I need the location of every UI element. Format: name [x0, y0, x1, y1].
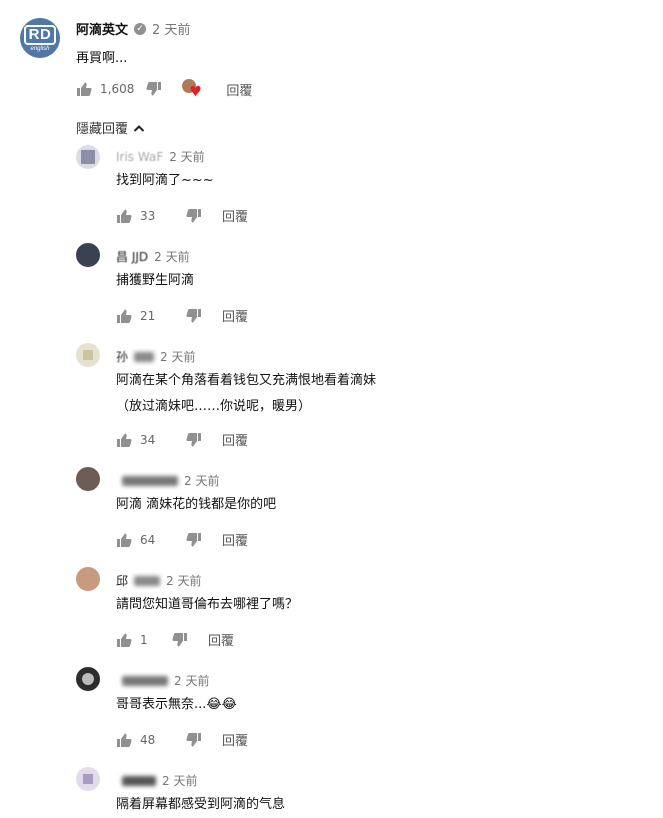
thumb-up-icon[interactable]	[76, 81, 92, 97]
reply-text: 阿滴 滴妹花的钱都是你的吧	[116, 497, 277, 512]
reply-button[interactable]: 回覆	[222, 306, 248, 325]
reply-button[interactable]: 回覆	[222, 530, 248, 549]
main-comment-author[interactable]: 阿滴英文	[76, 19, 128, 38]
reply-button[interactable]: 回覆	[226, 80, 252, 99]
like-count: 1,608	[100, 82, 135, 96]
reply-text-line2: （放过滴妹吧……你说呢，暖男）	[116, 399, 312, 414]
like-count: 64	[140, 532, 156, 547]
reply-time[interactable]: 2 天前	[169, 148, 204, 165]
reply-actions: 1 回覆	[116, 630, 234, 649]
reply-author[interactable]: 邱	[116, 572, 128, 589]
reply-header: 2 天前	[116, 472, 219, 489]
avatar-logo-subtext: english	[30, 45, 50, 52]
main-comment-time[interactable]: 2 天前	[152, 19, 190, 38]
reply-actions: 34 回覆	[116, 430, 248, 449]
reply-text: 捕獲野生阿滴	[116, 273, 195, 288]
reply-author[interactable]: 昌 JJD	[116, 248, 148, 265]
reply-time[interactable]: 2 天前	[174, 672, 209, 689]
reply-actions: 21 回覆	[116, 306, 248, 325]
reply-actions: 33 回覆	[116, 206, 248, 225]
reply-text: 哥哥表示無奈...😂😂	[116, 697, 237, 712]
reply-actions: 64 回覆	[116, 530, 248, 549]
like-count: 34	[140, 432, 156, 447]
thumb-up-icon[interactable]	[116, 732, 132, 748]
reply-avatar[interactable]	[76, 145, 100, 169]
reply-text: 請問您知道哥倫布去哪裡了嗎？	[116, 597, 299, 612]
reply-time[interactable]: 2 天前	[160, 348, 195, 365]
reply-avatar[interactable]	[76, 467, 100, 491]
main-comment-text: 再買啊...	[76, 51, 128, 66]
reply-time[interactable]: 2 天前	[162, 772, 197, 789]
blurred-name	[134, 351, 155, 362]
reply-header: 孙 2 天前	[116, 348, 195, 365]
reply-text: 隔着屏幕都感受到阿滴的气息	[116, 797, 286, 812]
thumb-down-icon[interactable]	[186, 732, 202, 748]
thumb-up-icon[interactable]	[116, 308, 132, 324]
reply-button[interactable]: 回覆	[222, 430, 248, 449]
reply-header: 2 天前	[116, 672, 209, 689]
reply-header: 邱 2 天前	[116, 572, 201, 589]
avatar-logo-text: RD	[23, 24, 57, 45]
blurred-name	[122, 675, 168, 686]
creator-heart-icon: ♥	[180, 79, 202, 99]
main-comment-actions: 1,608 ♥ 回覆	[76, 79, 252, 99]
thumb-down-icon[interactable]	[186, 208, 202, 224]
reply-time[interactable]: 2 天前	[184, 472, 219, 489]
like-count: 1	[140, 632, 148, 647]
reply-button[interactable]: 回覆	[222, 206, 248, 225]
reply-header: 2 天前	[116, 772, 197, 789]
chevron-up-icon	[133, 124, 145, 132]
blurred-name	[122, 475, 178, 486]
like-count: 21	[140, 308, 156, 323]
main-comment-header: 阿滴英文 ✓ 2 天前	[76, 19, 190, 38]
thumb-down-icon[interactable]	[186, 532, 202, 548]
reply-header: 昌 JJD 2 天前	[116, 248, 190, 265]
blurred-name	[134, 575, 161, 586]
reply-avatar[interactable]	[76, 343, 100, 367]
hide-replies-label: 隱藏回覆	[76, 122, 129, 137]
reply-actions: 48 回覆	[116, 730, 248, 749]
reply-text: 阿滴在某个角落看着钱包又充满恨地看着滴妹	[116, 373, 377, 388]
thumb-down-icon[interactable]	[172, 632, 188, 648]
channel-avatar[interactable]: RD english	[20, 18, 60, 58]
reply-time[interactable]: 2 天前	[154, 248, 189, 265]
hide-replies-toggle[interactable]: 隱藏回覆	[76, 118, 145, 137]
reply-header: Iris WaF 2 天前	[116, 148, 205, 165]
blurred-name	[122, 775, 156, 786]
reply-time[interactable]: 2 天前	[166, 572, 201, 589]
reply-avatar[interactable]	[76, 243, 100, 267]
reply-author[interactable]: 孙	[116, 348, 128, 365]
reply-avatar[interactable]	[76, 667, 100, 691]
thumb-up-icon[interactable]	[116, 432, 132, 448]
thumb-down-icon[interactable]	[186, 432, 202, 448]
like-count: 33	[140, 208, 156, 223]
reply-button[interactable]: 回覆	[222, 730, 248, 749]
reply-avatar[interactable]	[76, 567, 100, 591]
thumb-up-icon[interactable]	[116, 632, 132, 648]
thumb-up-icon[interactable]	[116, 208, 132, 224]
thumb-up-icon[interactable]	[116, 532, 132, 548]
reply-button[interactable]: 回覆	[208, 630, 234, 649]
reply-avatar[interactable]	[76, 767, 100, 791]
thumb-down-icon[interactable]	[146, 81, 162, 97]
thumb-down-icon[interactable]	[186, 308, 202, 324]
reply-text: 找到阿滴了~~~	[116, 173, 214, 188]
verified-check-icon: ✓	[134, 22, 147, 35]
reply-author[interactable]: Iris WaF	[116, 150, 163, 164]
like-count: 48	[140, 732, 156, 747]
